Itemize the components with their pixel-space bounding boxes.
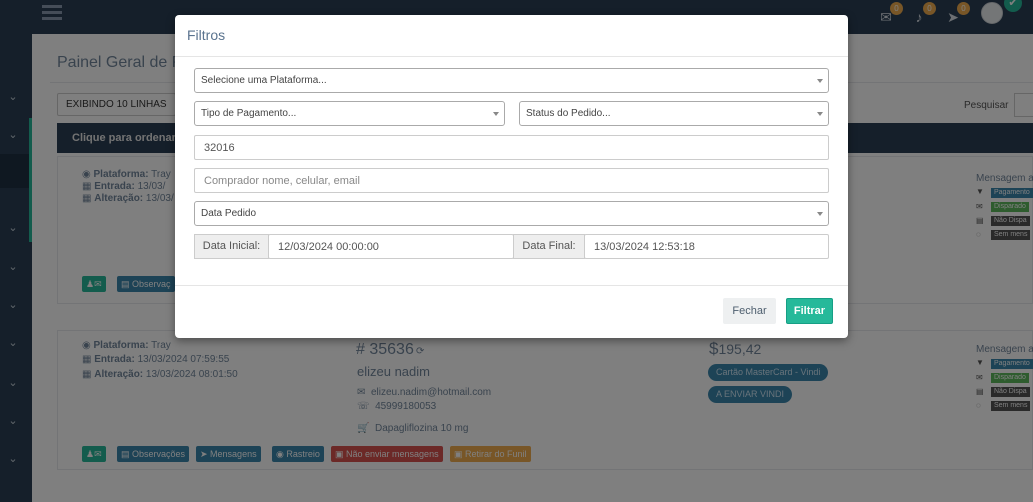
filters-modal: Filtros Selecione uma Plataforma... Tipo… [175, 15, 848, 338]
fechar-button[interactable]: Fechar [723, 298, 776, 324]
caret-down-icon [817, 212, 823, 216]
filtrar-button[interactable]: Filtrar [786, 298, 833, 324]
data-inicial-input[interactable] [268, 234, 514, 259]
caret-down-icon [817, 79, 823, 83]
status-pedido-select[interactable]: Status do Pedido... [519, 101, 829, 126]
data-final-label: Data Final: [513, 234, 585, 259]
modal-header: Filtros [175, 15, 848, 57]
status-pedido-select-value: Status do Pedido... [526, 108, 611, 119]
plataforma-select-value: Selecione uma Plataforma... [201, 75, 327, 86]
tipo-pagamento-select-value: Tipo de Pagamento... [201, 108, 297, 119]
caret-down-icon [817, 112, 823, 116]
caret-down-icon [493, 112, 499, 116]
pedido-number-input[interactable] [194, 135, 829, 160]
plataforma-select[interactable]: Selecione uma Plataforma... [194, 68, 829, 93]
divider [175, 285, 848, 286]
data-inicial-label: Data Inicial: [194, 234, 269, 259]
data-tipo-select[interactable]: Data Pedido [194, 201, 829, 226]
data-final-input[interactable] [584, 234, 829, 259]
comprador-input[interactable] [194, 168, 829, 193]
tipo-pagamento-select[interactable]: Tipo de Pagamento... [194, 101, 505, 126]
data-tipo-select-value: Data Pedido [201, 208, 257, 219]
modal-title: Filtros [187, 27, 226, 43]
